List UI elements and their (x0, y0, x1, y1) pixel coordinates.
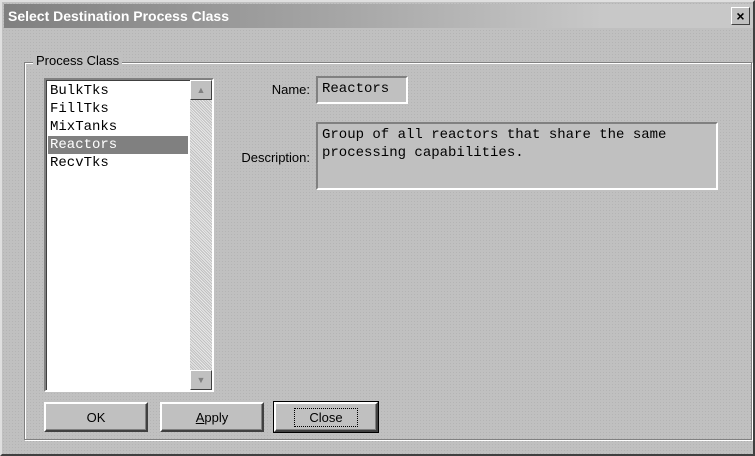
process-class-legend: Process Class (33, 53, 123, 69)
name-field[interactable]: Reactors (316, 76, 408, 104)
description-label: Description: (241, 150, 310, 165)
ok-button-label: OK (86, 409, 106, 425)
scroll-down-icon[interactable]: ▼ (190, 370, 212, 390)
close-icon[interactable]: × (731, 7, 750, 25)
list-item-reactors[interactable]: Reactors (48, 136, 188, 154)
process-class-listbox[interactable]: BulkTks FillTks MixTanks Reactors RecvTk… (44, 78, 214, 392)
list-scrollbar[interactable]: ▲ ▼ (190, 80, 212, 390)
apply-button-label: Apply (196, 410, 229, 425)
list-item-filltks[interactable]: FillTks (48, 100, 188, 118)
apply-label-rest: pply (204, 409, 229, 425)
description-field[interactable]: Group of all reactors that share the sam… (316, 122, 718, 190)
list-item-bulktks[interactable]: BulkTks (48, 82, 188, 100)
scroll-up-icon[interactable]: ▲ (190, 80, 212, 100)
ok-button[interactable]: OK (44, 402, 148, 432)
title-bar[interactable]: Select Destination Process Class × (4, 4, 753, 28)
name-label: Name: (271, 82, 310, 97)
list-item-mixtanks[interactable]: MixTanks (48, 118, 188, 136)
close-button-label: Close (294, 407, 358, 427)
close-button[interactable]: Close (273, 401, 379, 433)
apply-button[interactable]: Apply (160, 402, 264, 432)
window-title: Select Destination Process Class (8, 8, 229, 24)
list-items: BulkTks FillTks MixTanks Reactors RecvTk… (48, 82, 188, 172)
list-item-recvtks[interactable]: RecvTks (48, 154, 188, 172)
